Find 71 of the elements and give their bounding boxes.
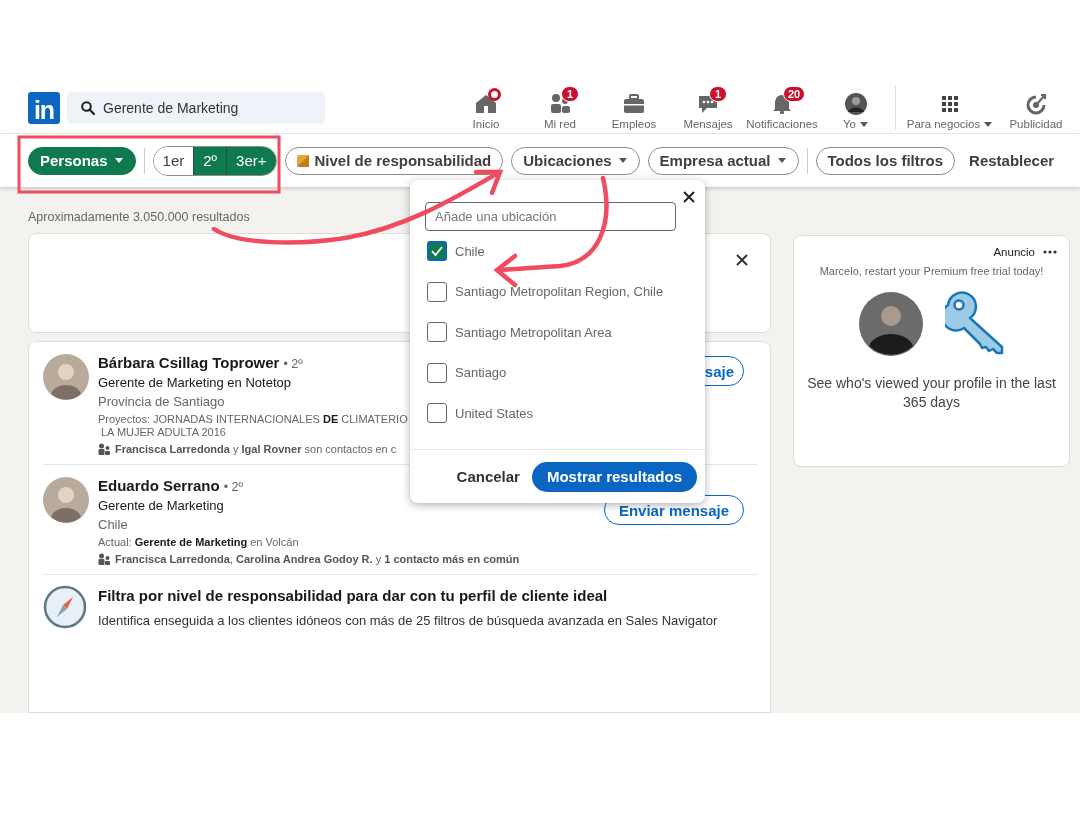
nav-item[interactable]: 1 Mi red [523, 85, 597, 130]
person-summary: Actual: Gerente de Marketing en Volcán [98, 536, 299, 548]
checkbox[interactable] [427, 241, 447, 262]
nav-item[interactable]: Inicio [449, 85, 523, 130]
option-label[interactable]: Santiago Metropolitan Region, Chile [455, 284, 664, 300]
option-label[interactable]: Chile [455, 243, 485, 259]
nav-item[interactable]: 20 Notificaciones [745, 85, 819, 130]
person-location: Chile [98, 517, 128, 532]
ad-text: See who's viewed your profile in the last 365 days [806, 374, 1057, 412]
checkbox[interactable] [427, 281, 447, 302]
avatar [43, 477, 89, 523]
search-field[interactable]: Gerente de Marketing [67, 91, 325, 124]
compass-icon [43, 585, 87, 629]
people-icon [548, 92, 572, 116]
connection-degree: • 2º [283, 357, 303, 371]
target-icon [1024, 92, 1048, 116]
checkbox[interactable] [427, 322, 447, 343]
cancel-button[interactable]: Cancelar [450, 468, 526, 485]
notification-badge: 1 [561, 86, 579, 102]
nav-item[interactable]: Yo [819, 85, 893, 130]
results-count: Aproximadamente 3.050.000 resultados [28, 210, 250, 224]
all-filters-button[interactable]: Todos los filtros [815, 146, 956, 175]
avatar [844, 92, 868, 116]
avatar [43, 354, 89, 400]
filter-button[interactable]: Empresa actual [647, 146, 799, 175]
person-headline: Gerente de Marketing [98, 498, 224, 513]
filter-button[interactable]: Ubicaciones [511, 146, 640, 175]
connection-degree-toggle[interactable]: 3er+ [226, 146, 276, 175]
nav-item[interactable]: Publicidad [1002, 85, 1070, 130]
close-icon [736, 254, 748, 266]
caret-icon [113, 157, 124, 164]
show-results-button[interactable]: Mostrar resultados [531, 461, 697, 492]
promo-text: Identifica enseguida a los clientes idóneos con más de 25 filtros de búsqueda avanzada en Sales Navigator [98, 613, 718, 628]
people-icon [98, 443, 110, 455]
filter-button[interactable]: Nivel de responsabilidad [284, 146, 504, 175]
briefcase-icon [622, 92, 646, 116]
person-summary: Proyectos: JORNADAS INTERNACIONALES DE CLIMATERIO [98, 413, 408, 425]
check-icon [430, 245, 444, 258]
more-icon [1043, 250, 1057, 254]
person-name[interactable]: Bárbara Csillag Toprower [98, 354, 280, 371]
connection-degree: • 2º [223, 480, 244, 494]
logo[interactable]: in [28, 91, 60, 124]
option-label[interactable]: United States [455, 405, 534, 421]
person-location: Provincia de Santiago [98, 394, 225, 409]
option-label[interactable]: Santiago [455, 365, 507, 381]
option-label[interactable]: Santiago Metropolitan Area [455, 324, 612, 340]
connection-degree-toggle[interactable]: 2º [193, 146, 227, 175]
nav-item[interactable]: Para negocios [898, 85, 1002, 130]
promo-title: Filtra por nivel de responsabilidad para dar con tu perfil de cliente ideal [98, 587, 608, 604]
checkbox[interactable] [427, 362, 447, 383]
person-summary: LA MUJER ADULTA 2016 [100, 426, 226, 438]
person-headline: Gerente de Marketing en Notetop [98, 375, 291, 390]
people-filter-button[interactable]: Personas [28, 146, 136, 175]
nav-item[interactable]: 1 Mensajes [671, 85, 745, 130]
reset-button[interactable]: Restablecer [963, 152, 1061, 169]
checkbox[interactable] [427, 403, 447, 424]
ad-label: Anuncio [993, 246, 1035, 258]
person-name[interactable]: Eduardo Serrano [98, 477, 220, 494]
shared-connections: Francisca Larredonda y Igal Rovner son contactos en c [115, 443, 397, 455]
home-icon [474, 92, 498, 116]
key-icon [944, 291, 1005, 357]
notification-badge: 1 [709, 86, 727, 102]
notification-badge: 20 [783, 86, 806, 102]
people-icon [98, 553, 110, 565]
ad-headline: Marcelo, restart your Premium free trial today! [819, 265, 1044, 277]
nav-item[interactable]: Empleos [597, 85, 671, 130]
avatar [858, 292, 923, 356]
location-input[interactable]: Añade una ubicación [425, 202, 676, 231]
search-icon [81, 100, 95, 115]
shared-connections: Francisca Larredonda, Carolina Andrea Godoy R. y 1 contacto más en común [115, 553, 520, 565]
close-icon [683, 191, 695, 203]
